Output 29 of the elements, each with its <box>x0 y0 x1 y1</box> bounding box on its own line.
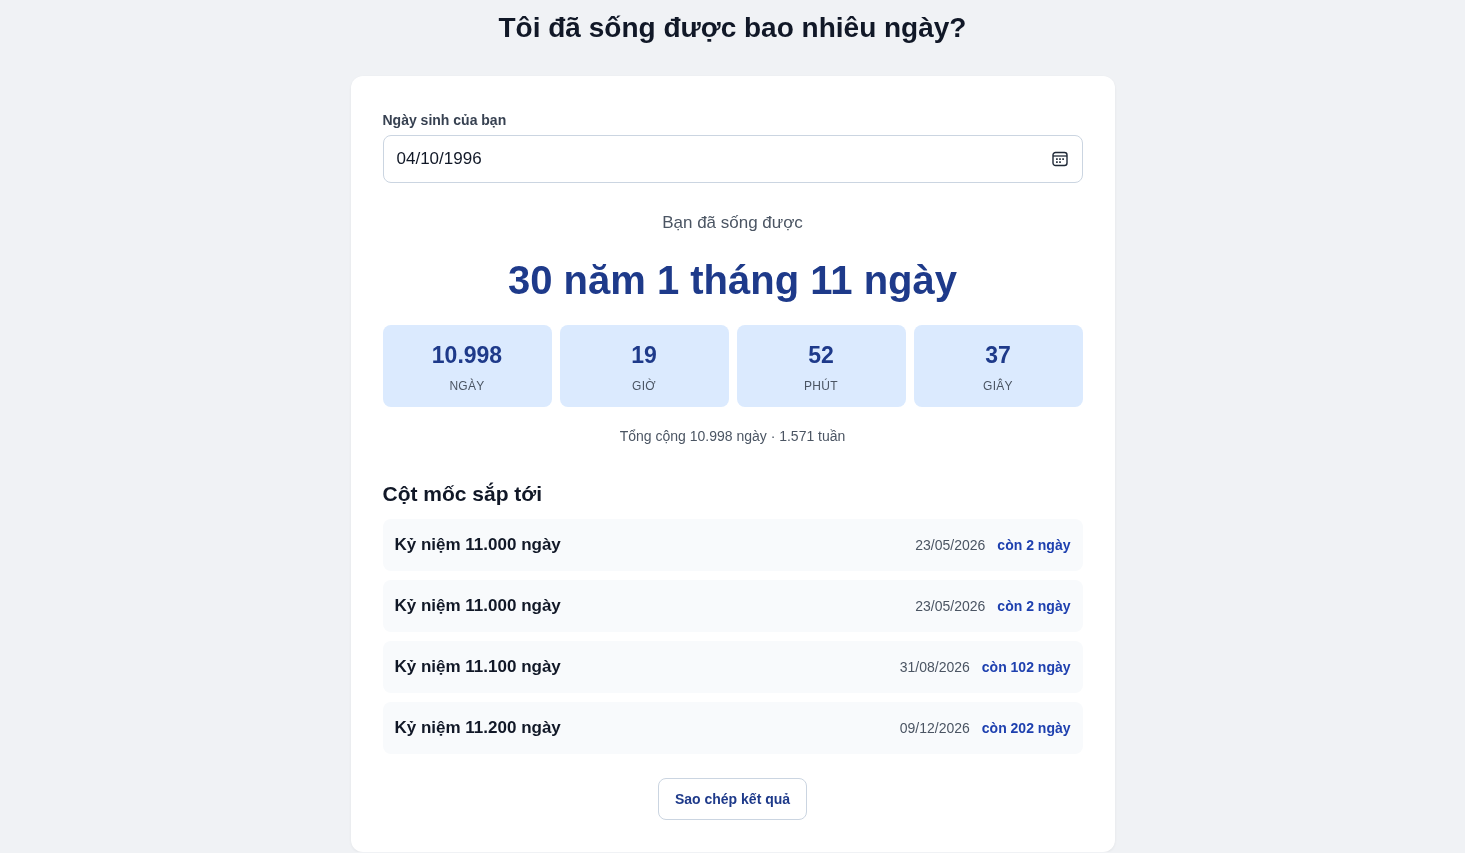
stat-value: 52 <box>808 341 834 370</box>
stat-unit: NGÀY <box>449 378 485 394</box>
page-title: Tôi đã sống được bao nhiêu ngày? <box>498 11 967 45</box>
result-caption: Bạn đã sống được <box>662 212 803 234</box>
stat-unit: PHÚT <box>804 378 838 394</box>
days-remaining: còn 102 ngày <box>981 659 1071 675</box>
days-remaining: còn 2 ngày <box>997 537 1071 553</box>
milestone-date: 23/05/2026 <box>915 537 986 553</box>
copy-result-button[interactable]: Sao chép kết quả <box>657 778 808 820</box>
stat-unit: GIỜ <box>632 378 656 394</box>
total-summary: Tổng cộng 10.998 ngày · 1.571 tuần <box>619 427 846 446</box>
milestone-date: 31/08/2026 <box>899 659 970 675</box>
date-input-field[interactable]: 04/10/1996 <box>382 135 1083 183</box>
days-remaining: còn 202 ngày <box>981 720 1071 736</box>
milestone-date: 23/05/2026 <box>915 598 986 614</box>
age-headline: 30 năm 1 tháng 11 ngày <box>507 257 958 304</box>
milestone-date: 09/12/2026 <box>899 720 970 736</box>
stat-value: 10.998 <box>431 341 503 370</box>
milestone-name: Kỷ niệm 11.100 ngày <box>394 657 561 677</box>
calendar-icon[interactable] <box>1051 151 1068 167</box>
days-remaining: còn 2 ngày <box>997 598 1071 614</box>
field-label: Ngày sinh của bạn <box>382 111 507 130</box>
stat-unit: GIÂY <box>983 378 1013 394</box>
milestone-name: Kỷ niệm 11.200 ngày <box>394 718 561 738</box>
milestones-heading: Cột mốc sắp tới <box>382 481 543 507</box>
milestone-name: Kỷ niệm 11.000 ngày <box>394 535 561 555</box>
stat-value: 19 <box>631 341 657 370</box>
milestone-name: Kỷ niệm 11.000 ngày <box>394 596 561 616</box>
stat-value: 37 <box>985 341 1011 370</box>
